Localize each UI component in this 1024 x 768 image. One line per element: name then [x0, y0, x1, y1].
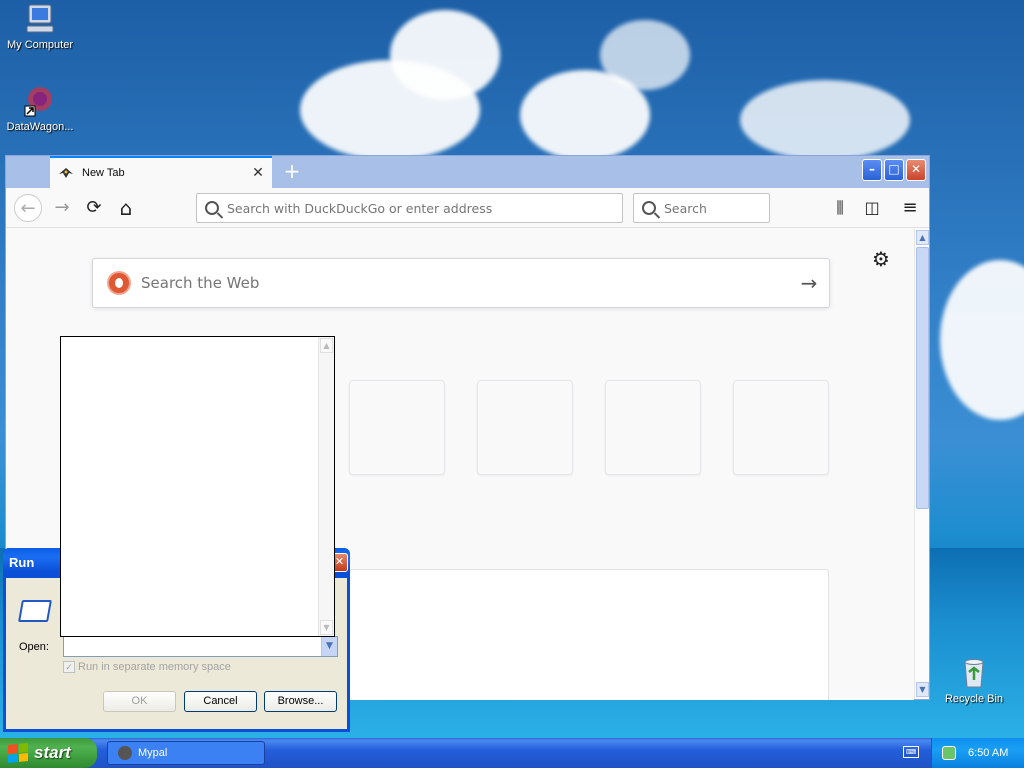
start-label: start: [34, 743, 71, 762]
url-input[interactable]: [227, 200, 622, 216]
cloud: [600, 20, 690, 90]
separate-memory-checkbox[interactable]: ✓ Run in separate memory space: [63, 661, 231, 673]
start-button[interactable]: start: [0, 738, 97, 768]
library-icon[interactable]: ⫼: [830, 198, 850, 218]
computer-icon: [23, 2, 57, 36]
run-program-icon: [18, 600, 52, 622]
tab-close-icon[interactable]: ✕: [248, 165, 268, 181]
reload-button[interactable]: ⟳: [80, 194, 108, 222]
menu-icon[interactable]: ≡: [900, 198, 920, 218]
nav-toolbar: ← → ⟳ ⌂ ⫼ ◫ ≡: [6, 188, 929, 228]
top-site-tile[interactable]: [733, 380, 829, 475]
run-title: Run: [9, 555, 35, 570]
desktop-icon-datawagon[interactable]: DataWagon...: [0, 84, 80, 133]
search-bar[interactable]: [633, 193, 770, 223]
cloud: [390, 10, 500, 100]
open-combobox[interactable]: ▼: [63, 636, 338, 657]
scroll-up-icon[interactable]: ▲: [320, 338, 333, 353]
dropdown-scrollbar[interactable]: ▲ ▼: [318, 337, 334, 636]
browse-button[interactable]: Browse...: [264, 691, 337, 712]
tab-title: New Tab: [82, 167, 125, 179]
mypal-icon: [59, 168, 73, 178]
system-tray: 6:50 AM: [931, 738, 1024, 768]
taskbar-item-label: Mypal: [138, 747, 168, 759]
desktop-icon-my-computer[interactable]: My Computer: [0, 2, 80, 51]
taskbar: start Mypal ⌨ 6:50 AM: [0, 738, 1024, 768]
desktop-icon-label: My Computer: [6, 39, 74, 51]
search-icon: [205, 201, 219, 215]
keyboard-icon[interactable]: ⌨: [903, 746, 919, 758]
scroll-down-icon[interactable]: ▼: [320, 620, 333, 635]
url-bar[interactable]: [196, 193, 623, 223]
home-button[interactable]: ⌂: [112, 194, 140, 222]
close-window-button[interactable]: ✕: [906, 159, 926, 181]
cancel-button[interactable]: Cancel: [184, 691, 257, 712]
gear-icon[interactable]: ⚙: [872, 247, 890, 271]
maximize-button[interactable]: □: [884, 159, 904, 181]
minimize-button[interactable]: –: [862, 159, 882, 181]
new-tab-button[interactable]: +: [280, 160, 304, 184]
scroll-down-icon[interactable]: ▼: [916, 682, 929, 697]
chevron-down-icon[interactable]: ▼: [321, 637, 337, 656]
top-site-tile[interactable]: [605, 380, 701, 475]
checkbox-label: Run in separate memory space: [78, 661, 231, 673]
desktop-icon-label: Recycle Bin: [944, 693, 1004, 705]
scroll-thumb[interactable]: [916, 247, 929, 509]
duckduckgo-icon: [107, 271, 131, 295]
mypal-icon: [118, 746, 132, 760]
top-site-tile[interactable]: [477, 380, 573, 475]
arrow-right-icon[interactable]: →: [789, 271, 829, 295]
taskbar-item-mypal[interactable]: Mypal: [107, 741, 265, 765]
web-search-box[interactable]: →: [92, 258, 830, 308]
ok-button[interactable]: OK: [103, 691, 176, 712]
network-icon[interactable]: [942, 746, 956, 760]
sidebar-icon[interactable]: ◫: [862, 198, 882, 218]
search-icon: [642, 201, 656, 215]
checkbox-icon[interactable]: ✓: [63, 661, 75, 673]
open-dropdown-list[interactable]: ▲ ▼: [60, 336, 335, 637]
web-search-input[interactable]: [141, 274, 789, 292]
desktop-icon-label: DataWagon...: [6, 121, 74, 133]
back-button[interactable]: ←: [14, 194, 42, 222]
recycle-bin-icon: [957, 656, 991, 690]
scroll-up-icon[interactable]: ▲: [916, 230, 929, 245]
clock[interactable]: 6:50 AM: [968, 747, 1008, 759]
desktop-icon-recycle-bin[interactable]: Recycle Bin: [934, 656, 1014, 705]
windows-logo-icon: [8, 742, 28, 764]
cloud: [940, 260, 1024, 420]
cloud: [740, 80, 910, 160]
top-site-tile[interactable]: [349, 380, 445, 475]
forward-button[interactable]: →: [48, 194, 76, 222]
highlights-section: [349, 569, 829, 700]
vertical-scrollbar[interactable]: ▲ ▼: [914, 229, 929, 699]
datawagon-icon: [23, 84, 57, 118]
tab-strip: New Tab ✕ + – □ ✕: [6, 156, 929, 188]
tab-new-tab[interactable]: New Tab ✕: [50, 156, 272, 188]
search-input[interactable]: [664, 200, 769, 216]
open-label: Open:: [19, 641, 49, 653]
